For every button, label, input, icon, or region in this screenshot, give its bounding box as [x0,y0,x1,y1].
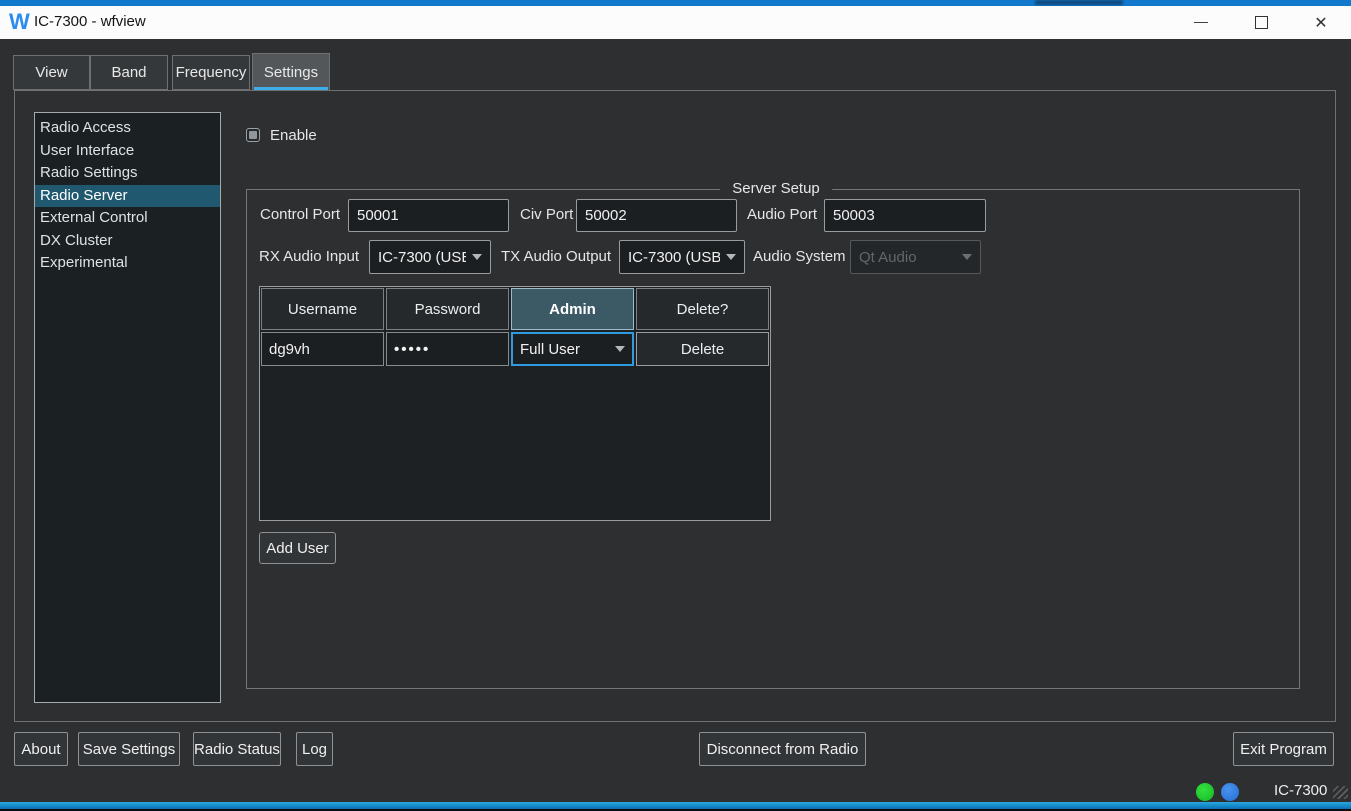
minimize-icon: — [1194,5,1208,38]
settings-category-list: Radio Access User Interface Radio Settin… [34,112,221,703]
radio-status-button[interactable]: Radio Status [193,732,281,766]
background-window-artifact [1035,0,1123,5]
audio-port-label: Audio Port [747,206,817,223]
tx-audio-output-combo[interactable]: IC-7300 (USB [619,240,745,274]
civ-port-input[interactable] [576,199,737,232]
chevron-down-icon [726,254,736,260]
control-port-label: Control Port [260,206,340,223]
civ-port-label: Civ Port [520,206,573,223]
chevron-down-icon [472,254,482,260]
sidebar-item-external-control[interactable]: External Control [35,207,220,230]
server-enable-row: Enable [246,125,317,145]
users-table: Username Password Admin Delete? dg9vh ••… [259,286,771,521]
combo-value: Full User [520,341,580,358]
tab-label: Frequency [176,64,247,81]
tab-label: Settings [264,64,318,81]
app-area: View Band Frequency Settings Radio Acces… [0,39,1351,802]
add-user-button[interactable]: Add User [259,532,336,564]
wfview-logo-icon: W [9,9,29,35]
minimize-button[interactable]: — [1171,6,1231,39]
sidebar-item-radio-server[interactable]: Radio Server [35,185,220,208]
status-indicator-green-icon [1196,783,1214,801]
users-table-header-username[interactable]: Username [261,288,384,330]
users-table-row: dg9vh ••••• Full User Delete [261,332,769,366]
chevron-down-icon [615,346,625,352]
sidebar-item-user-interface[interactable]: User Interface [35,140,220,163]
about-button[interactable]: About [14,732,68,766]
combo-value: Qt Audio [859,249,917,266]
delete-user-button[interactable]: Delete [636,332,769,366]
users-table-header-delete[interactable]: Delete? [636,288,769,330]
enable-label: Enable [270,127,317,144]
status-indicator-blue-icon [1221,783,1239,801]
titlebar[interactable]: W IC-7300 - wfview — ✕ [0,6,1351,39]
tx-audio-output-label: TX Audio Output [501,248,611,265]
enable-checkbox[interactable] [246,128,260,142]
chevron-down-icon [962,254,972,260]
combo-value: IC-7300 (USB [378,249,466,266]
exit-program-button[interactable]: Exit Program [1233,732,1334,766]
status-radio-label: IC-7300 [1274,782,1327,799]
tab-settings[interactable]: Settings [252,53,330,90]
disconnect-from-radio-button[interactable]: Disconnect from Radio [699,732,866,766]
tab-view[interactable]: View [13,55,90,90]
tab-band[interactable]: Band [90,55,168,90]
users-table-header-row: Username Password Admin Delete? [261,288,769,330]
audio-system-label: Audio System [753,248,846,265]
window-title: IC-7300 - wfview [34,13,146,30]
rx-audio-input-combo[interactable]: IC-7300 (USB [369,240,491,274]
combo-value: IC-7300 (USB [628,249,720,266]
maximize-button[interactable] [1231,6,1291,39]
close-icon: ✕ [1314,13,1327,33]
wfview-window: W IC-7300 - wfview — ✕ View Band Frequen… [0,0,1351,811]
desktop-bottom-edge [0,802,1351,809]
window-controls: — ✕ [1171,6,1351,39]
tab-label: Band [111,64,146,81]
sidebar-item-dx-cluster[interactable]: DX Cluster [35,230,220,253]
tab-frequency[interactable]: Frequency [172,55,250,90]
resize-grip[interactable] [1333,786,1348,799]
sidebar-item-radio-settings[interactable]: Radio Settings [35,162,220,185]
control-port-input[interactable] [348,199,509,232]
close-button[interactable]: ✕ [1291,6,1351,39]
sidebar-item-radio-access[interactable]: Radio Access [35,117,220,140]
user-role-combo[interactable]: Full User [511,332,634,366]
username-cell[interactable]: dg9vh [261,332,384,366]
tab-label: View [35,64,67,81]
users-table-header-password[interactable]: Password [386,288,509,330]
maximize-icon [1255,16,1268,29]
rx-audio-input-label: RX Audio Input [259,248,359,265]
audio-port-input[interactable] [824,199,986,232]
audio-system-combo: Qt Audio [850,240,981,274]
checkbox-check-icon [249,131,257,139]
password-cell[interactable]: ••••• [386,332,509,366]
log-button[interactable]: Log [296,732,333,766]
sidebar-item-experimental[interactable]: Experimental [35,252,220,275]
users-table-header-admin[interactable]: Admin [511,288,634,330]
groupbox-title: Server Setup [720,180,832,197]
server-setup-groupbox: Server Setup Control Port Civ Port Audio… [246,189,1300,689]
save-settings-button[interactable]: Save Settings [78,732,180,766]
